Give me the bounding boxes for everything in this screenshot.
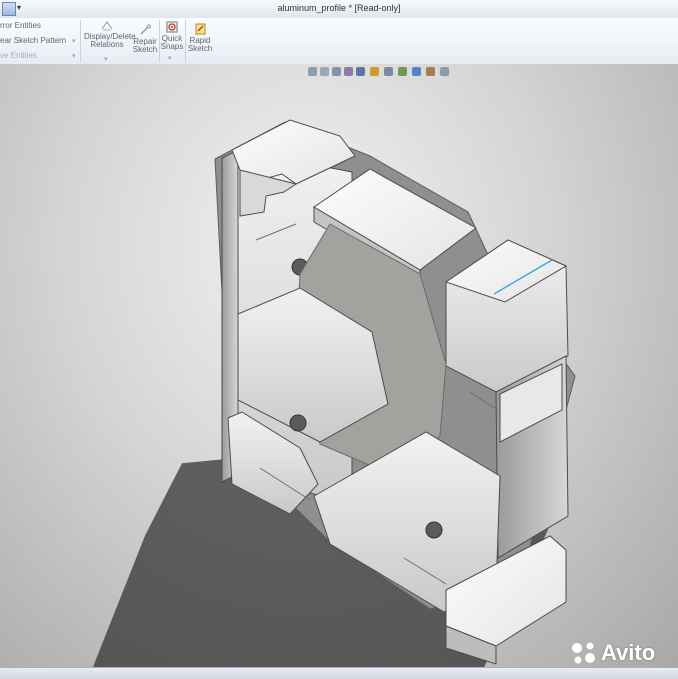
status-bar — [0, 667, 678, 679]
avito-watermark-text: Avito — [601, 640, 656, 665]
avito-dot — [585, 653, 595, 663]
avito-dot — [572, 643, 582, 653]
aluminum-profile-model[interactable] — [0, 64, 678, 667]
command-manager-ribbon: rror Entities ear Sketch Pattern ▾ ve En… — [0, 18, 678, 65]
rapid-sketch-button[interactable]: Rapid Sketch — [187, 23, 213, 53]
quick-snaps-button[interactable]: Quick Snaps — [160, 21, 184, 51]
repair-sketch-icon — [140, 24, 151, 35]
quick-snaps-dropdown-icon[interactable]: ▾ — [168, 54, 172, 62]
ribbon-separator — [185, 20, 186, 62]
avito-dot — [586, 642, 594, 650]
graphics-area[interactable] — [0, 64, 678, 667]
display-delete-relations-button[interactable]: Display/Delete Relations — [84, 19, 136, 49]
repair-sketch-label: Repair Sketch — [132, 37, 158, 54]
move-entities-dropdown-icon[interactable]: ▾ — [72, 52, 76, 60]
avito-watermark: Avito — [570, 640, 668, 665]
avito-logo-icon — [572, 642, 595, 664]
avito-dot — [574, 656, 582, 664]
quick-snaps-icon — [166, 21, 178, 33]
mirror-entities-command[interactable]: rror Entities — [0, 21, 41, 30]
relations-icon — [101, 21, 113, 31]
rapid-sketch-icon — [195, 23, 206, 35]
linear-sketch-pattern-command[interactable]: ear Sketch Pattern — [0, 36, 66, 45]
window-title: aluminum_profile * [Read-only] — [277, 3, 401, 13]
display-delete-relations-label: Display/Delete Relations — [84, 32, 136, 49]
repair-sketch-button[interactable]: Repair Sketch — [132, 24, 158, 54]
linear-sketch-pattern-dropdown-icon[interactable]: ▾ — [72, 37, 76, 45]
display-delete-relations-dropdown-icon[interactable]: ▾ — [104, 55, 108, 63]
quick-snaps-label: Quick Snaps — [160, 34, 184, 51]
move-entities-command[interactable]: ve Entities — [0, 51, 37, 60]
rapid-sketch-label: Rapid Sketch — [187, 36, 213, 53]
title-bar: ▾ aluminum_profile * [Read-only] — [0, 0, 678, 19]
ribbon-separator — [80, 20, 81, 62]
